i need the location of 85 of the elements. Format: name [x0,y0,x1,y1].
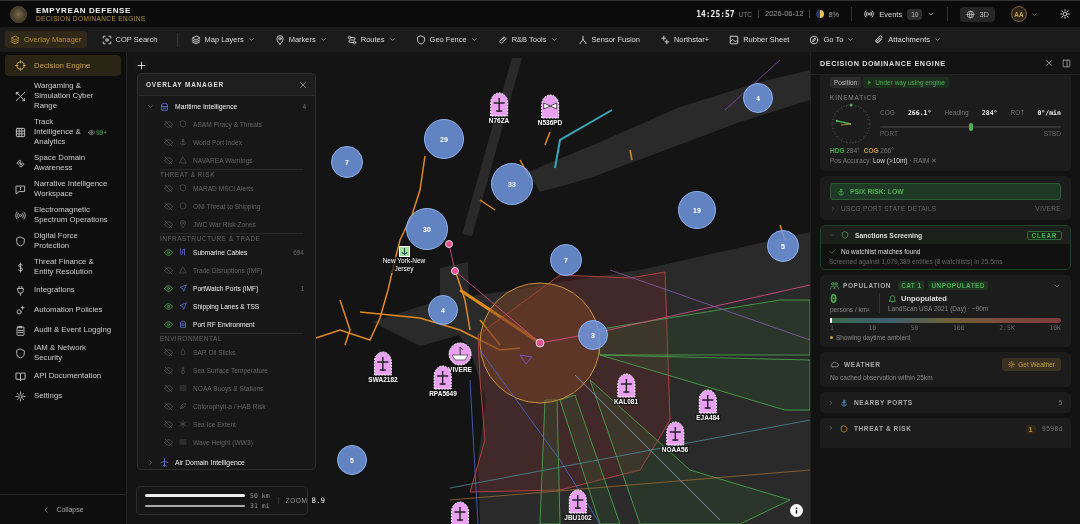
broadcast-icon [864,9,875,19]
warning-icon [179,266,187,274]
arrow-icon [179,284,187,292]
crosshair-icon [15,60,26,71]
close-button[interactable] [1045,59,1053,67]
close-button[interactable] [299,80,307,89]
building-icon [160,101,169,111]
hexagon-icon [840,425,848,433]
compass-drawing [830,103,872,145]
pin-icon [179,220,187,228]
paperclip-icon [874,34,885,45]
aircraft-marker-icon[interactable] [568,488,588,514]
anchor-icon [837,187,845,196]
app-title: EMPYREAN DEFENSE [36,6,132,15]
chevron-down-icon [829,232,835,238]
leaf-icon [179,402,187,410]
bell-icon [888,294,897,303]
chevron-right-icon [828,399,834,406]
chevron-down-icon [927,10,936,18]
plane-icon [160,457,169,467]
check-icon [829,248,836,255]
shield-icon [179,184,187,192]
shield-icon [415,34,426,45]
shield-icon [841,231,849,239]
sparkle-icon [659,34,670,45]
status-dot [830,336,833,339]
pin-icon [274,34,285,45]
density-value: 0 [830,293,839,306]
globe-icon [966,9,976,19]
sun-icon [1008,361,1016,368]
chevron-right-icon [830,205,836,212]
chevron-right-icon [147,458,154,466]
chevron-right-icon [828,425,834,431]
cable-icon [179,248,187,256]
snowflake-icon [179,420,187,428]
settings-icon [15,390,26,402]
image-icon [729,34,740,45]
eye-icon [88,128,95,136]
aircraft-marker-icon[interactable] [540,93,560,119]
aircraft-marker-icon[interactable] [373,350,393,376]
ruler-icon [497,34,508,45]
clock-time: 14:25:57 [696,9,735,19]
thermometer-icon [179,366,187,374]
aircraft-marker-icon[interactable] [450,500,470,524]
branch-icon [577,34,588,45]
grid-icon [15,126,26,138]
port-marker-icon[interactable] [398,246,410,257]
drop-icon [179,348,187,356]
slider-thumb[interactable] [968,123,973,131]
aircraft-marker-icon[interactable] [698,388,718,414]
building-icon [179,320,187,328]
cloud-icon [830,360,839,369]
chevron-down-icon [147,102,154,110]
layers-icon [10,34,20,45]
automation-icon [15,304,26,316]
shield-icon [15,235,26,247]
crossed-swords-icon [15,90,26,102]
clipboard-icon [15,324,26,336]
dollar-icon [15,261,26,273]
broadcast-icon [15,209,26,221]
compass-icon [809,34,820,45]
plug-icon [15,284,26,296]
hexagon-icon [179,202,187,210]
info-icon [793,507,800,514]
shield-icon [179,120,187,128]
scan-icon [101,34,112,45]
shield-check-icon [15,347,26,359]
satellite-icon [15,157,26,169]
anchor-icon [179,138,187,146]
chevron-down-icon [1031,10,1038,18]
play-icon [867,80,873,85]
message-icon [15,183,26,195]
warning-icon [179,156,187,164]
people-icon [830,281,839,290]
theme-sun-icon [1060,9,1070,19]
moon-phase-icon [816,10,825,18]
anchor-icon [840,398,848,407]
dock-button[interactable] [1062,58,1071,68]
layers-icon [190,34,201,45]
logo-emblem [10,5,27,23]
arrow-icon [179,302,187,310]
ship-marker-icon[interactable] [448,342,472,366]
aircraft-marker-icon[interactable] [489,91,509,117]
book-icon [15,370,26,382]
route-icon [346,34,357,45]
